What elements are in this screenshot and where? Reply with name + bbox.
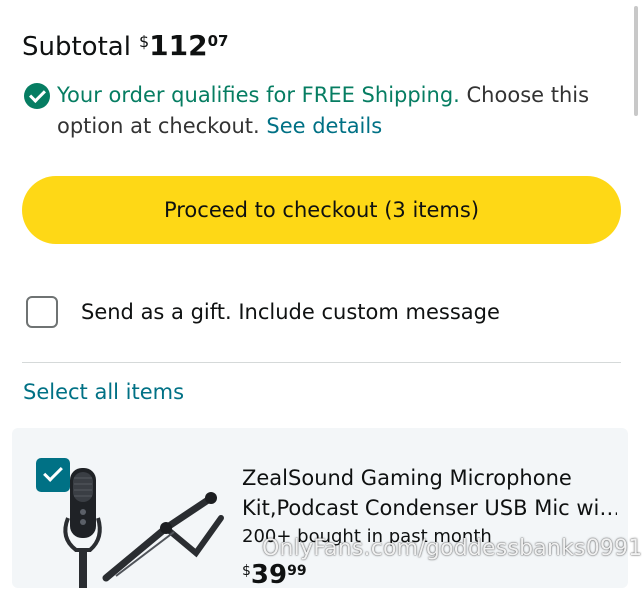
gift-checkbox[interactable] [26, 296, 58, 328]
item-title-link[interactable]: ZealSound Gaming Microphone Kit,Podcast … [242, 463, 617, 523]
subtotal-label: Subtotal [22, 32, 131, 62]
select-all-items-link[interactable]: Select all items [23, 380, 184, 404]
item-title-line2: Kit,Podcast Condenser USB Mic wi… [242, 496, 617, 520]
free-shipping-message: Your order qualifies for FREE Shipping. … [24, 80, 614, 142]
subtotal: Subtotal $ 112 07 [22, 28, 228, 68]
divider [22, 362, 621, 363]
subtotal-cents: 07 [207, 32, 229, 50]
item-title-line1: ZealSound Gaming Microphone [242, 466, 572, 490]
proceed-to-checkout-button[interactable]: Proceed to checkout (3 items) [22, 176, 621, 244]
item-price-whole: 39 [250, 560, 288, 590]
see-details-link[interactable]: See details [266, 114, 382, 138]
microphone-boom-arm-image[interactable] [46, 458, 226, 588]
checkout-button-label: Proceed to checkout (3 items) [163, 198, 480, 222]
item-select-checkbox[interactable] [36, 458, 70, 492]
cart-item: ZealSound Gaming Microphone Kit,Podcast … [12, 428, 628, 590]
free-shipping-qualifies: Your order qualifies for FREE Shipping. [57, 83, 460, 107]
subtotal-currency: $ [138, 32, 150, 51]
subtotal-amount: 112 [149, 29, 208, 62]
watermark: OnlyFans.com/goddessbanks0991 [262, 536, 642, 561]
gift-option[interactable]: Send as a gift. Include custom message [26, 296, 500, 328]
check-circle-icon [24, 83, 50, 109]
item-price: $ 39 99 [242, 560, 307, 590]
gift-label: Send as a gift. Include custom message [81, 300, 500, 324]
scrollbar[interactable] [634, 6, 638, 116]
